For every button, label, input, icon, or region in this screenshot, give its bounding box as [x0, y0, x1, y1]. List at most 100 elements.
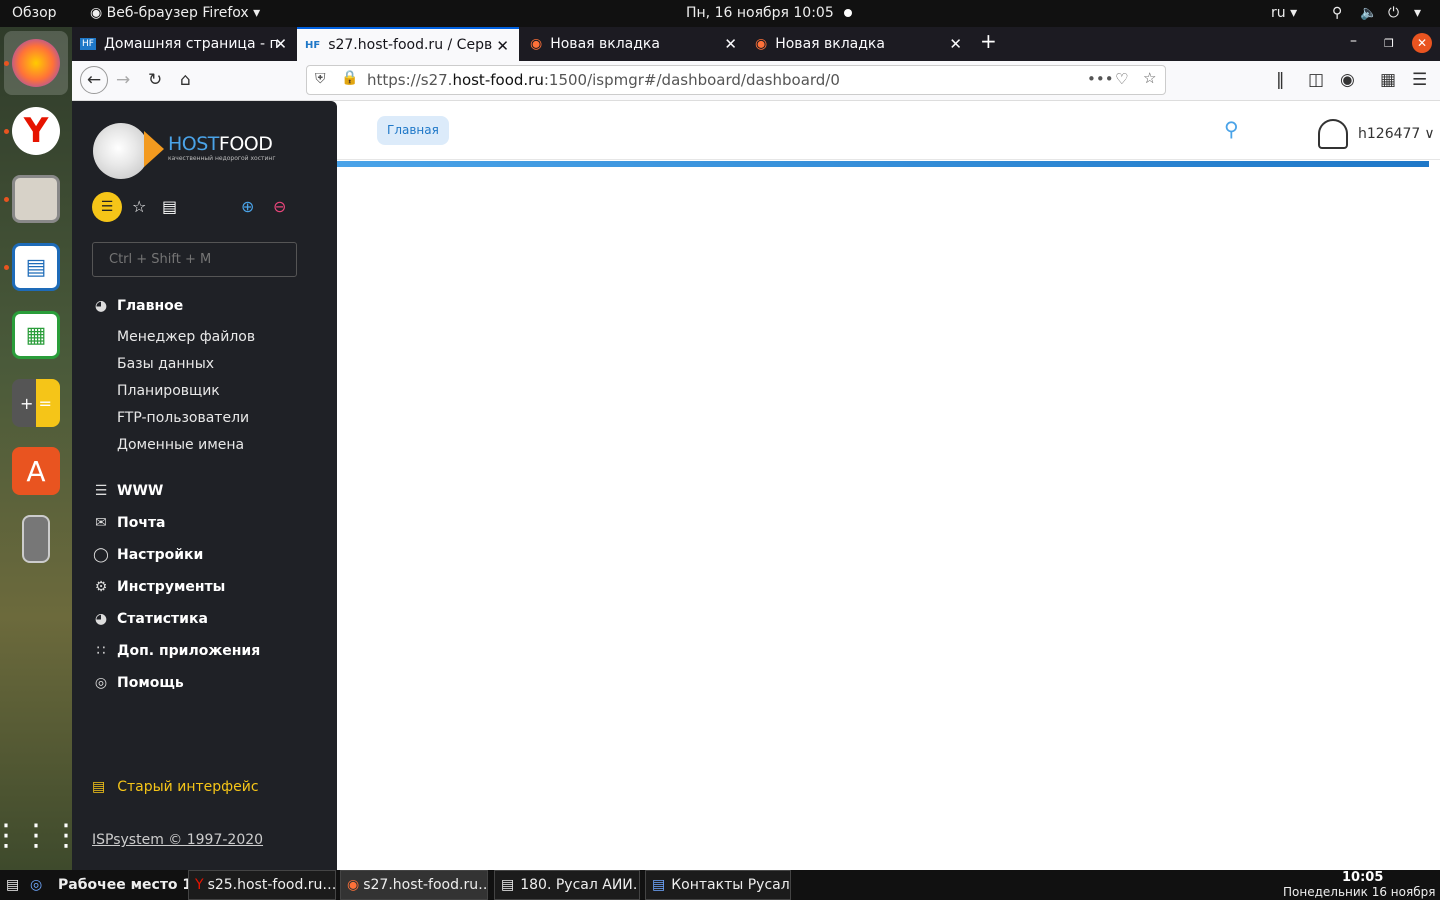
device-icon[interactable] — [22, 515, 50, 563]
page-actions-icon[interactable]: ••• — [1087, 70, 1114, 88]
tab-home[interactable]: HF Домашняя страница - п ✕ — [72, 27, 297, 61]
search-icon[interactable]: ⚲ — [1224, 117, 1239, 141]
url-bar[interactable]: ⛨ 🔒 https://s27.host-food.ru:1500/ispmgr… — [306, 65, 1166, 95]
menu-apps-section[interactable]: ∷ Доп. приложения — [92, 643, 261, 659]
close-tab-icon[interactable]: ✕ — [724, 35, 737, 53]
minimize-icon[interactable]: – — [1350, 33, 1357, 49]
clipboard-icon[interactable]: ▤ — [162, 197, 177, 216]
menu-item-file-manager[interactable]: Менеджер файлов — [117, 329, 255, 345]
calculator-icon[interactable]: + = — [12, 379, 60, 427]
extensions-icon[interactable]: ▦ — [1380, 70, 1396, 90]
menu-main-section[interactable]: ◕ Главное — [92, 298, 183, 314]
menu-item-databases[interactable]: Базы данных — [117, 356, 214, 372]
tab-strip: HF Домашняя страница - п ✕ HF s27.host-f… — [72, 27, 1440, 61]
notification-dot-icon — [843, 9, 852, 17]
network-icon[interactable]: ⚲ — [1332, 5, 1342, 21]
power-icon[interactable]: ⏻ — [1388, 5, 1399, 21]
favorites-star-icon[interactable]: ☆ — [132, 197, 146, 216]
menu-item-scheduler[interactable]: Планировщик — [117, 383, 220, 399]
ispmanager-sidebar: HOSTFOOD качественный недорогой хостинг … — [72, 101, 337, 870]
software-icon[interactable]: A — [12, 447, 60, 495]
close-window-icon[interactable]: ✕ — [1412, 33, 1432, 53]
menu-tree-icon[interactable]: ☰ — [92, 192, 122, 222]
taskbar-window-yandex[interactable]: Ys25.host-food.ru… — [188, 870, 336, 900]
hamburger-menu-icon[interactable]: ☰ — [1412, 70, 1427, 90]
tab-new-1[interactable]: ◉ Новая вкладка ✕ — [522, 27, 747, 61]
forward-arrow-icon[interactable]: → — [116, 70, 130, 90]
firefox-favicon-icon: ◉ — [530, 36, 543, 52]
expand-plus-icon[interactable]: ⊕ — [241, 197, 254, 216]
gear-icon: ⚙ — [94, 579, 108, 595]
menu-tools-section[interactable]: ⚙ Инструменты — [92, 579, 226, 595]
menu-search-input[interactable] — [92, 242, 297, 277]
taskbar-time: 10:05 — [1342, 870, 1384, 885]
workspace-icon[interactable]: ◎ — [30, 870, 42, 900]
menu-item-ftp-users[interactable]: FTP-пользователи — [117, 410, 249, 426]
menu-stats-section[interactable]: ◕ Статистика — [92, 611, 208, 627]
breadcrumb-home[interactable]: Главная — [377, 116, 449, 145]
system-menu-chevron-icon[interactable]: ▾ — [1414, 5, 1421, 21]
user-menu[interactable]: h126477 ∨ — [1318, 119, 1435, 149]
files-icon[interactable] — [12, 175, 60, 223]
menu-settings-section[interactable]: ◯ Настройки — [92, 547, 203, 563]
calc-icon[interactable]: ▦ — [12, 311, 60, 359]
firefox-window: HF Домашняя страница - п ✕ HF s27.host-f… — [72, 27, 1440, 870]
running-indicator — [4, 265, 9, 270]
maximize-icon[interactable]: ❒ — [1384, 37, 1394, 50]
library-icon[interactable]: ‖ — [1276, 70, 1285, 90]
firefox-small-icon: ◉ — [90, 5, 107, 21]
close-tab-icon[interactable]: ✕ — [274, 35, 287, 53]
yandex-browser-icon: Y — [195, 877, 204, 893]
reload-icon[interactable]: ↻ — [148, 70, 162, 90]
activities-button[interactable]: Обзор — [12, 5, 57, 21]
pocket-icon[interactable]: ♡ — [1115, 70, 1128, 88]
firefox-icon[interactable] — [12, 39, 60, 87]
url-text[interactable]: https://s27.host-food.ru:1500/ispmgr#/da… — [367, 71, 840, 89]
taskbar-date: Понедельник 16 ноября — [1283, 885, 1436, 899]
app-grid-icon[interactable]: ⋮⋮⋮ — [0, 811, 81, 859]
header-divider — [337, 159, 1440, 160]
taskbar-window-firefox[interactable]: ◉ s27.host-food.ru… — [340, 870, 488, 900]
menu-mail-section[interactable]: ✉ Почта — [92, 515, 165, 531]
collapse-minus-icon[interactable]: ⊖ — [273, 197, 286, 216]
firefox-icon: ◉ — [347, 877, 360, 893]
running-indicator — [4, 197, 9, 202]
clock[interactable]: Пн, 16 ноября 10:05 — [686, 5, 852, 21]
system-top-bar: Обзор ◉ Веб-браузер Firefox ▾ Пн, 16 ноя… — [0, 0, 1440, 27]
sidebar-toggle-icon[interactable]: ◫ — [1308, 70, 1324, 90]
running-indicator — [4, 61, 9, 66]
volume-icon[interactable]: 🔈 — [1360, 5, 1377, 21]
yandex-browser-icon[interactable]: Y — [12, 107, 60, 155]
close-tab-icon[interactable]: ✕ — [496, 37, 509, 55]
writer-icon[interactable]: ▤ — [12, 243, 60, 291]
globe-icon: ◕ — [94, 298, 108, 314]
shield-icon[interactable]: ⛨ — [315, 71, 326, 87]
menu-www-section[interactable]: ☰ WWW — [92, 483, 164, 499]
new-tab-plus-icon[interactable]: + — [980, 29, 997, 53]
running-indicator — [4, 129, 9, 134]
tab-new-2[interactable]: ◉ Новая вкладка ✕ — [747, 27, 972, 61]
copyright-link[interactable]: ISPsystem © 1997-2020 — [92, 832, 263, 848]
old-interface-link[interactable]: ▤ Старый интерфейс — [92, 779, 259, 795]
taskbar-window-writer[interactable]: ▤Контакты Русал … — [645, 870, 791, 900]
show-desktop-icon[interactable]: ▤ — [6, 870, 19, 900]
logo-arrow-icon — [144, 131, 164, 167]
menu-help-section[interactable]: ◎ Помощь — [92, 675, 184, 691]
tab-ispmgr[interactable]: HF s27.host-food.ru / Серве ✕ — [297, 27, 519, 61]
mail-icon: ✉ — [95, 515, 107, 531]
workspace-label[interactable]: Рабочее место 1 — [58, 870, 192, 900]
account-icon[interactable]: ◉ — [1340, 70, 1355, 90]
language-indicator[interactable]: ru ▾ — [1271, 5, 1297, 21]
chevron-down-icon: ∨ — [1424, 126, 1435, 142]
home-icon[interactable]: ⌂ — [180, 70, 191, 90]
lock-icon[interactable]: 🔒 — [341, 70, 358, 86]
loading-progress-bar — [337, 161, 1429, 167]
bookmark-star-icon[interactable]: ☆ — [1143, 69, 1156, 87]
close-tab-icon[interactable]: ✕ — [949, 35, 962, 53]
app-menu[interactable]: ◉ Веб-браузер Firefox ▾ — [90, 5, 260, 21]
menu-item-domains[interactable]: Доменные имена — [117, 437, 244, 453]
logo-subtitle: качественный недорогой хостинг — [168, 155, 276, 162]
taskbar-window-files[interactable]: ▤ 180. Русал АИИ… — [494, 870, 640, 900]
firefox-favicon-icon: ◉ — [755, 36, 768, 52]
back-arrow-icon[interactable]: ← — [80, 66, 108, 94]
